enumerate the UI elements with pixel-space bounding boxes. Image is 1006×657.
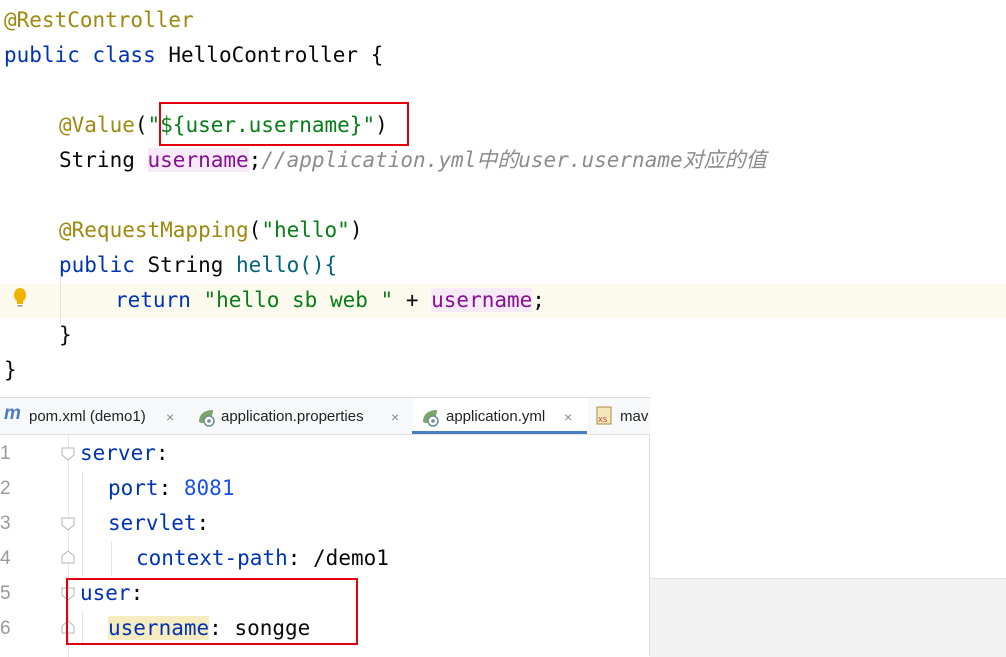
code-line-2: public class HelloController { xyxy=(4,38,383,73)
active-tab-indicator xyxy=(412,431,587,434)
code-line-1: @RestController xyxy=(4,3,194,38)
line-number: 1 xyxy=(0,443,11,464)
yaml-line-1: server: xyxy=(80,436,169,471)
lightbulb-icon[interactable] xyxy=(11,286,29,312)
fold-collapse-icon[interactable] xyxy=(61,517,75,531)
value-string: "hello sb web " xyxy=(203,288,394,312)
line-number: 4 xyxy=(0,548,11,569)
keyword: public class xyxy=(4,43,156,67)
field-username: username xyxy=(147,148,249,172)
code-line-10: } xyxy=(59,318,72,353)
annotation: @RequestMapping xyxy=(59,218,249,242)
comment: //application.yml中的user.username对应的值 xyxy=(261,148,767,172)
keyword: return xyxy=(115,288,191,312)
brace: } xyxy=(59,323,72,347)
code-line-7: @RequestMapping("hello") xyxy=(59,213,362,248)
yaml-editor-panel[interactable]: m pom.xml (demo1) × application.properti… xyxy=(0,397,650,657)
close-icon[interactable]: × xyxy=(391,398,399,434)
annotation: @Value xyxy=(59,113,135,137)
tab-maven[interactable]: XS mav xyxy=(592,398,650,434)
yaml-key: port xyxy=(108,476,159,500)
annotation: @RestController xyxy=(4,8,194,32)
spring-leaf-icon xyxy=(423,410,439,427)
code-line-5: String username;//application.yml中的user.… xyxy=(59,143,767,178)
maven-icon: m xyxy=(4,403,21,424)
highlight-box-value xyxy=(159,102,409,146)
tab-pom-xml[interactable]: m pom.xml (demo1) × xyxy=(0,398,188,434)
type: String xyxy=(59,148,135,172)
semicolon: ; xyxy=(532,288,545,312)
colon: : xyxy=(158,476,172,500)
operator: + xyxy=(405,288,419,312)
line-number: 2 xyxy=(0,478,11,499)
type: String xyxy=(147,253,224,277)
code-line-8: public String hello(){ xyxy=(59,248,337,283)
code-line-11: } xyxy=(4,353,17,388)
method-name: hello(){ xyxy=(236,253,338,277)
paren: ) xyxy=(349,218,363,242)
tab-label: mav xyxy=(620,408,649,425)
close-icon[interactable]: × xyxy=(166,398,174,434)
keyword: public xyxy=(59,253,135,277)
yaml-key: context-path xyxy=(136,546,288,570)
paren: ( xyxy=(248,218,262,242)
paren: ( xyxy=(134,113,148,137)
tab-label: application.yml xyxy=(446,408,546,425)
colon: : xyxy=(287,546,301,570)
xsd-file-icon: XS xyxy=(596,406,612,425)
colon: : xyxy=(196,511,210,535)
tab-application-properties[interactable]: application.properties × xyxy=(192,398,410,434)
brace: { xyxy=(370,43,384,67)
fold-end-icon[interactable] xyxy=(61,550,75,564)
field-username: username xyxy=(431,288,533,312)
spring-leaf-icon xyxy=(199,410,215,427)
editor-tabs: m pom.xml (demo1) × application.properti… xyxy=(0,398,650,435)
line-number: 5 xyxy=(0,583,11,604)
yaml-line-3: servlet: xyxy=(108,506,209,541)
value-string: "hello" xyxy=(261,218,350,242)
yaml-line-4: context-path: /demo1 xyxy=(136,541,389,576)
brace: } xyxy=(4,358,17,382)
tab-application-yml[interactable]: application.yml × xyxy=(414,398,588,434)
class-name: HelloController xyxy=(168,43,359,67)
tab-label: application.properties xyxy=(221,408,364,425)
indent-guide xyxy=(111,541,112,576)
highlight-box-user xyxy=(66,578,358,645)
yaml-key: servlet xyxy=(108,511,197,535)
line-number: 6 xyxy=(0,618,11,639)
tab-label: pom.xml (demo1) xyxy=(29,408,146,425)
yaml-line-2: port: 8081 xyxy=(108,471,234,506)
yaml-value: 8081 xyxy=(183,476,235,500)
close-icon[interactable]: × xyxy=(564,398,572,434)
line-number: 3 xyxy=(0,513,11,534)
colon: : xyxy=(155,441,169,465)
code-line-9: return "hello sb web " + username; xyxy=(115,283,545,318)
semicolon: ; xyxy=(248,148,262,172)
yaml-key: server xyxy=(80,441,156,465)
indent-guide xyxy=(82,471,83,576)
background-panel xyxy=(650,578,1006,657)
java-editor[interactable]: @RestController public class HelloContro… xyxy=(0,0,1006,400)
yaml-value: /demo1 xyxy=(313,546,389,570)
fold-collapse-icon[interactable] xyxy=(61,447,75,461)
svg-text:XS: XS xyxy=(598,416,608,424)
